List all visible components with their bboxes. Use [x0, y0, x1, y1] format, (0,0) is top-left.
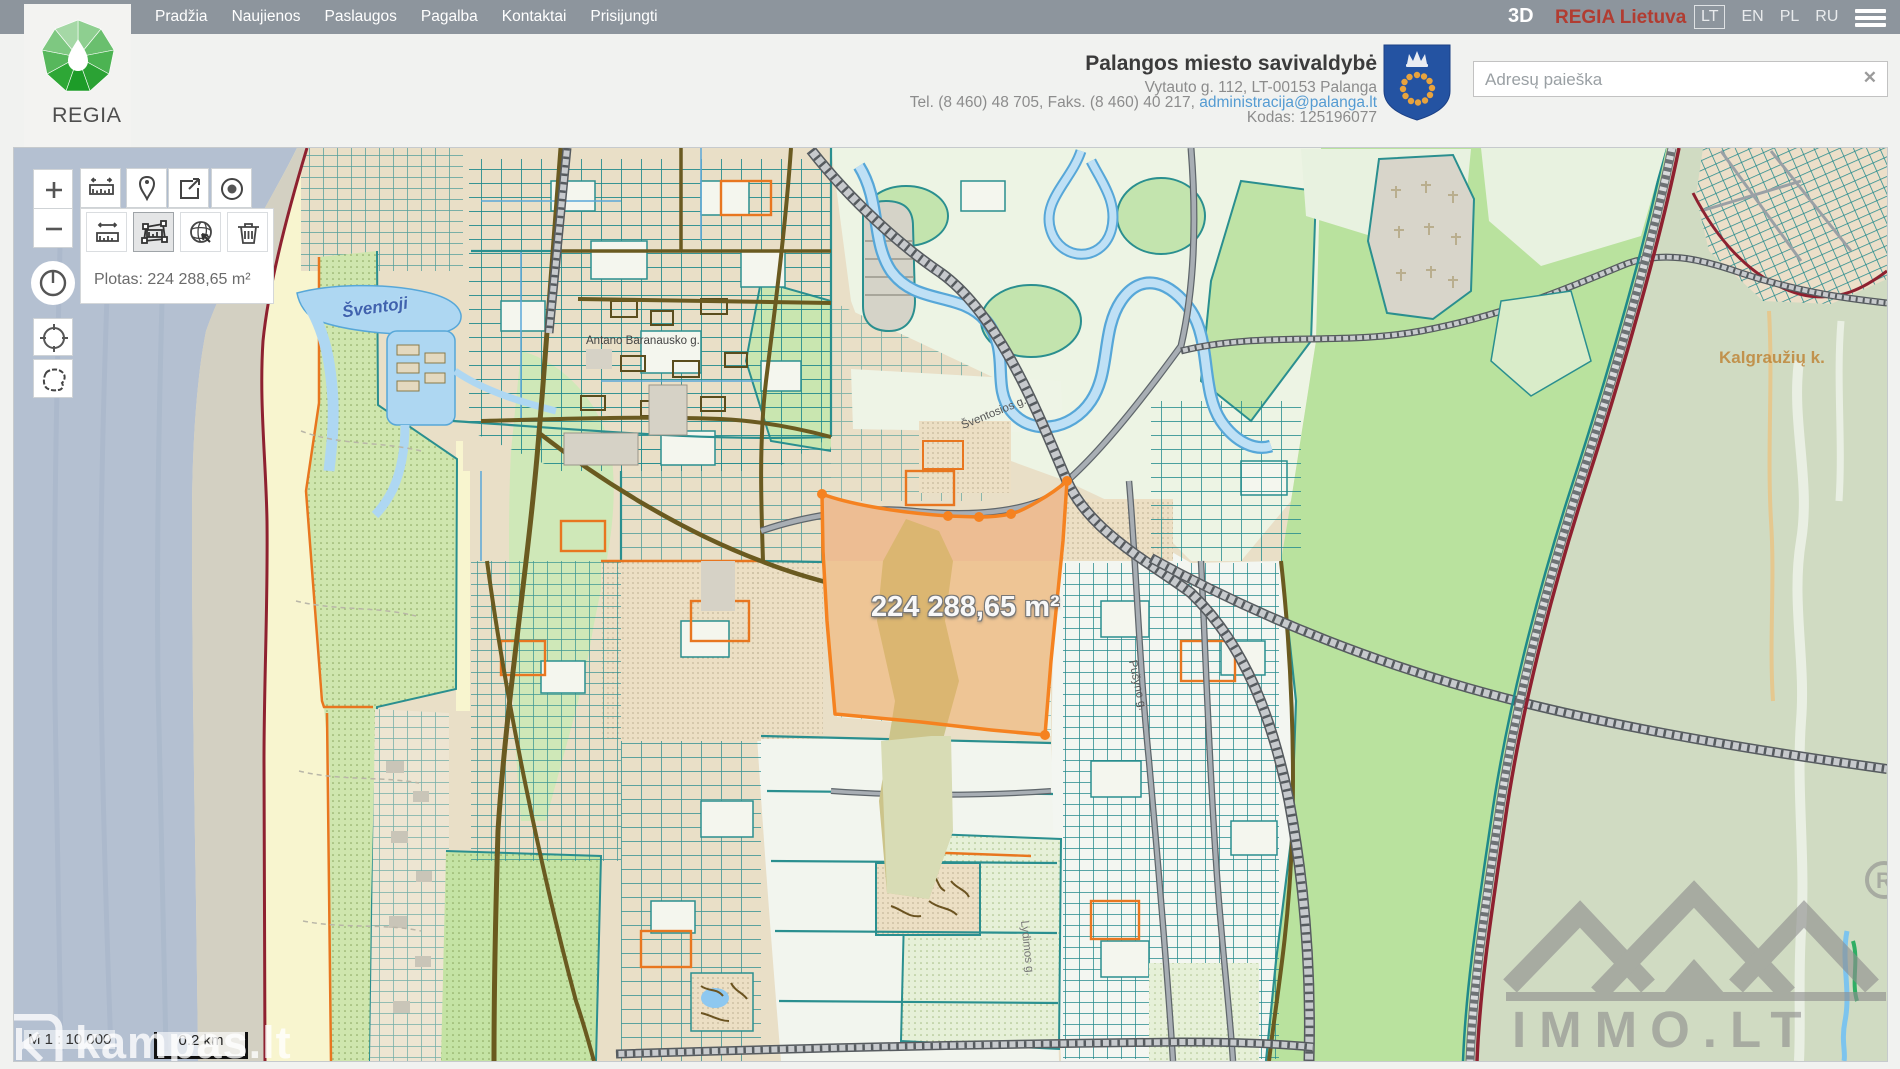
svg-text:Antano Baranausko g.: Antano Baranausko g. [586, 335, 700, 347]
svg-text:R: R [1876, 868, 1888, 893]
